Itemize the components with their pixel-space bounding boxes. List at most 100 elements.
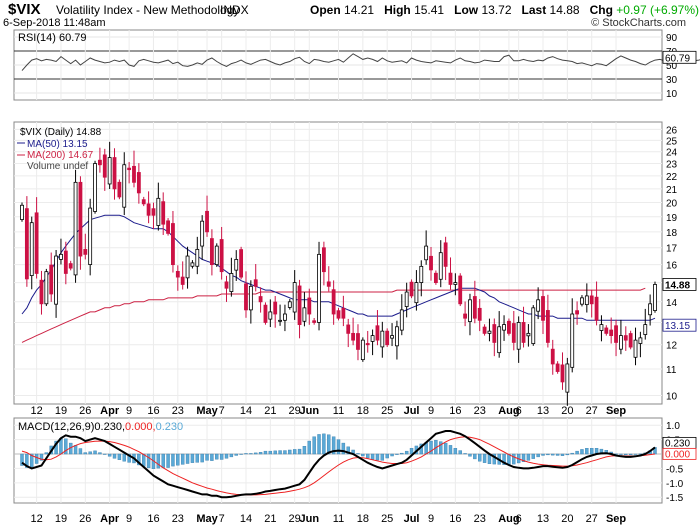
candle-body (594, 296, 599, 321)
candle-body (59, 253, 63, 260)
x-tick-label: 21 (264, 513, 276, 525)
candle-body (404, 291, 409, 307)
macd-histogram-bar (195, 453, 200, 463)
macd-histogram-bar (546, 453, 550, 456)
macd-histogram-bar (180, 453, 185, 465)
price-tick-label: 16 (666, 261, 678, 272)
candle-body (321, 247, 326, 273)
candle-body (248, 285, 253, 311)
candle-body (429, 255, 433, 271)
x-tick-label: Apr (100, 405, 120, 417)
candle-body (443, 242, 448, 267)
candle-body (283, 313, 287, 321)
price-tick-label: 22 (666, 172, 678, 183)
candle-body (258, 296, 263, 303)
macd-histogram-bar (463, 453, 467, 455)
candle-body (375, 325, 380, 341)
macd-histogram-bar (395, 453, 399, 455)
macd-histogram-bar (88, 451, 92, 455)
macd-histogram-bar (628, 453, 633, 456)
macd-histogram-bar (185, 453, 190, 464)
candle-body (589, 295, 594, 305)
x-tick-label: 16 (449, 405, 461, 417)
macd-histogram-bar (443, 442, 448, 455)
candle-body (234, 259, 239, 271)
candle-body (560, 364, 565, 383)
candle-body (127, 167, 132, 171)
x-tick-label: Jul (404, 513, 420, 525)
macd-histogram-bar (468, 453, 472, 457)
candle-body (180, 276, 185, 285)
macd-histogram-bar (273, 450, 277, 455)
x-tick-label: Jul (404, 405, 420, 417)
rsi-last-tag: 60.79 (665, 53, 690, 64)
candle-body (117, 181, 122, 198)
macd-histogram-bar (254, 452, 258, 455)
candle-body (351, 332, 356, 341)
macd-histogram-bar (142, 453, 146, 467)
candle-body (20, 204, 24, 220)
candle-body (346, 324, 351, 334)
candle-body (565, 363, 570, 393)
x-axis-labels-bottom: 12 19 26 Apr 9 16 23 May 7 14 21 29Jun 11 18 25 Jul 9 16 2… (30, 513, 626, 525)
candle-body (190, 262, 195, 267)
macd-last-tag: 0.230 (665, 438, 690, 449)
candle-body (78, 181, 83, 257)
candle-body (107, 157, 112, 185)
macd-histogram-bar (205, 453, 209, 461)
candle-body (122, 164, 127, 208)
macd-histogram-bar (176, 453, 180, 466)
legend-volume: Volume undef (27, 161, 88, 172)
candle-body (507, 320, 511, 334)
x-tick-label: 9 (126, 513, 132, 525)
candle-body (239, 249, 244, 278)
candle-body (511, 323, 516, 343)
x-tick-label: 23 (474, 405, 486, 417)
macd-histogram-bar (283, 450, 287, 455)
rsi-label: RSI(14) 60.79 (18, 32, 86, 44)
macd-histogram-bar (336, 439, 341, 455)
macd-tick-label: -0.5 (666, 464, 684, 475)
x-tick-label: 7 (219, 513, 225, 525)
macd-histogram-bar (244, 453, 248, 455)
candle-body (399, 309, 404, 331)
candle-body (472, 296, 477, 319)
macd-histogram-bar (512, 453, 516, 465)
macd-histogram-bar (278, 450, 282, 455)
x-tick-label: 27 (586, 513, 598, 525)
candle-body (200, 220, 205, 247)
legend-ma200: MA(200) 14.67 (27, 150, 94, 161)
macd-histogram-bar (215, 453, 219, 460)
candle-body (521, 322, 526, 343)
candle-body (273, 301, 278, 315)
x-tick-label: 19 (55, 513, 67, 525)
candle-body (97, 159, 102, 166)
macd-histogram-bar (356, 453, 360, 455)
macd-histogram-bar (288, 449, 292, 455)
macd-histogram-bar (370, 453, 375, 460)
price-tick-label: 19 (666, 213, 678, 224)
macd-histogram-bar (555, 453, 560, 456)
macd-histogram-bar (385, 453, 389, 459)
candle-body (253, 279, 258, 287)
price-tick-label: 23 (666, 160, 678, 171)
macd-histogram-bar (229, 453, 234, 458)
macd-histogram-bar (404, 450, 409, 455)
macd-histogram-bar (570, 452, 574, 455)
candle-body (370, 335, 375, 342)
x-tick-label: Jun (300, 405, 320, 417)
macd-histogram-bar (448, 445, 453, 455)
candle-body (146, 203, 151, 216)
candle-body (302, 307, 307, 322)
candle-body (633, 339, 638, 358)
macd-histogram-bar (93, 450, 97, 455)
macd-histogram-bar (249, 453, 253, 455)
macd-histogram-bar (477, 453, 482, 462)
candle-body (29, 222, 34, 276)
macd-histogram-bar (453, 448, 458, 455)
candle-body (438, 252, 443, 280)
price-tick-label: 12 (666, 341, 678, 352)
macd-histogram-bar (536, 453, 540, 458)
candle-body (599, 324, 604, 331)
macd-histogram-bar (34, 453, 39, 464)
